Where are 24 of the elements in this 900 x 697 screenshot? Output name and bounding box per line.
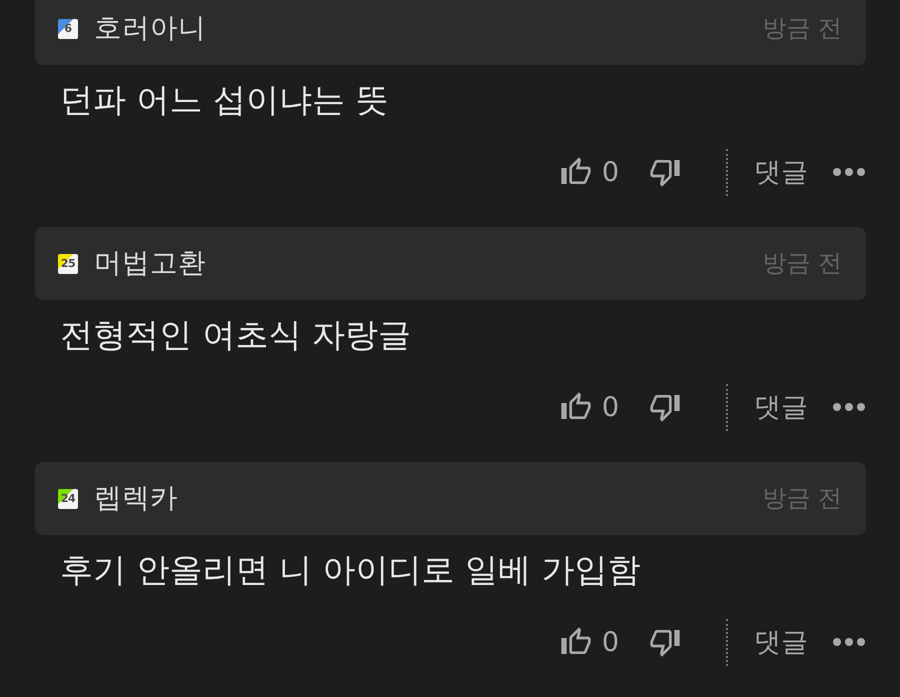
like-button[interactable]: 0 [560,391,619,423]
level-badge: 6 [58,18,78,38]
like-button[interactable]: 0 [560,626,619,658]
more-button[interactable] [832,637,866,647]
more-button[interactable] [832,167,866,177]
like-button[interactable]: 0 [560,156,619,188]
more-icon [832,167,866,177]
comment-text: 전형적인 여초식 자랑글 [60,314,412,356]
more-button[interactable] [832,402,866,412]
more-icon [832,637,866,647]
more-icon [832,402,866,412]
level-badge: 24 [58,488,78,508]
username[interactable]: 머법고환 [94,247,206,280]
username[interactable]: 호러아니 [94,12,206,45]
timestamp: 방금 전 [762,249,842,278]
username[interactable]: 렙렉카 [94,482,178,515]
timestamp: 방금 전 [762,484,842,513]
timestamp: 방금 전 [762,14,842,43]
reply-button[interactable]: 댓글 [754,624,808,660]
comment-text: 던파 어느 섭이냐는 뜻 [60,79,390,121]
reply-button[interactable]: 댓글 [754,389,808,425]
reply-button[interactable]: 댓글 [754,154,808,190]
comment-text: 후기 안올리면 니 아이디로 일베 가입함 [60,549,642,591]
level-badge: 25 [58,254,78,274]
